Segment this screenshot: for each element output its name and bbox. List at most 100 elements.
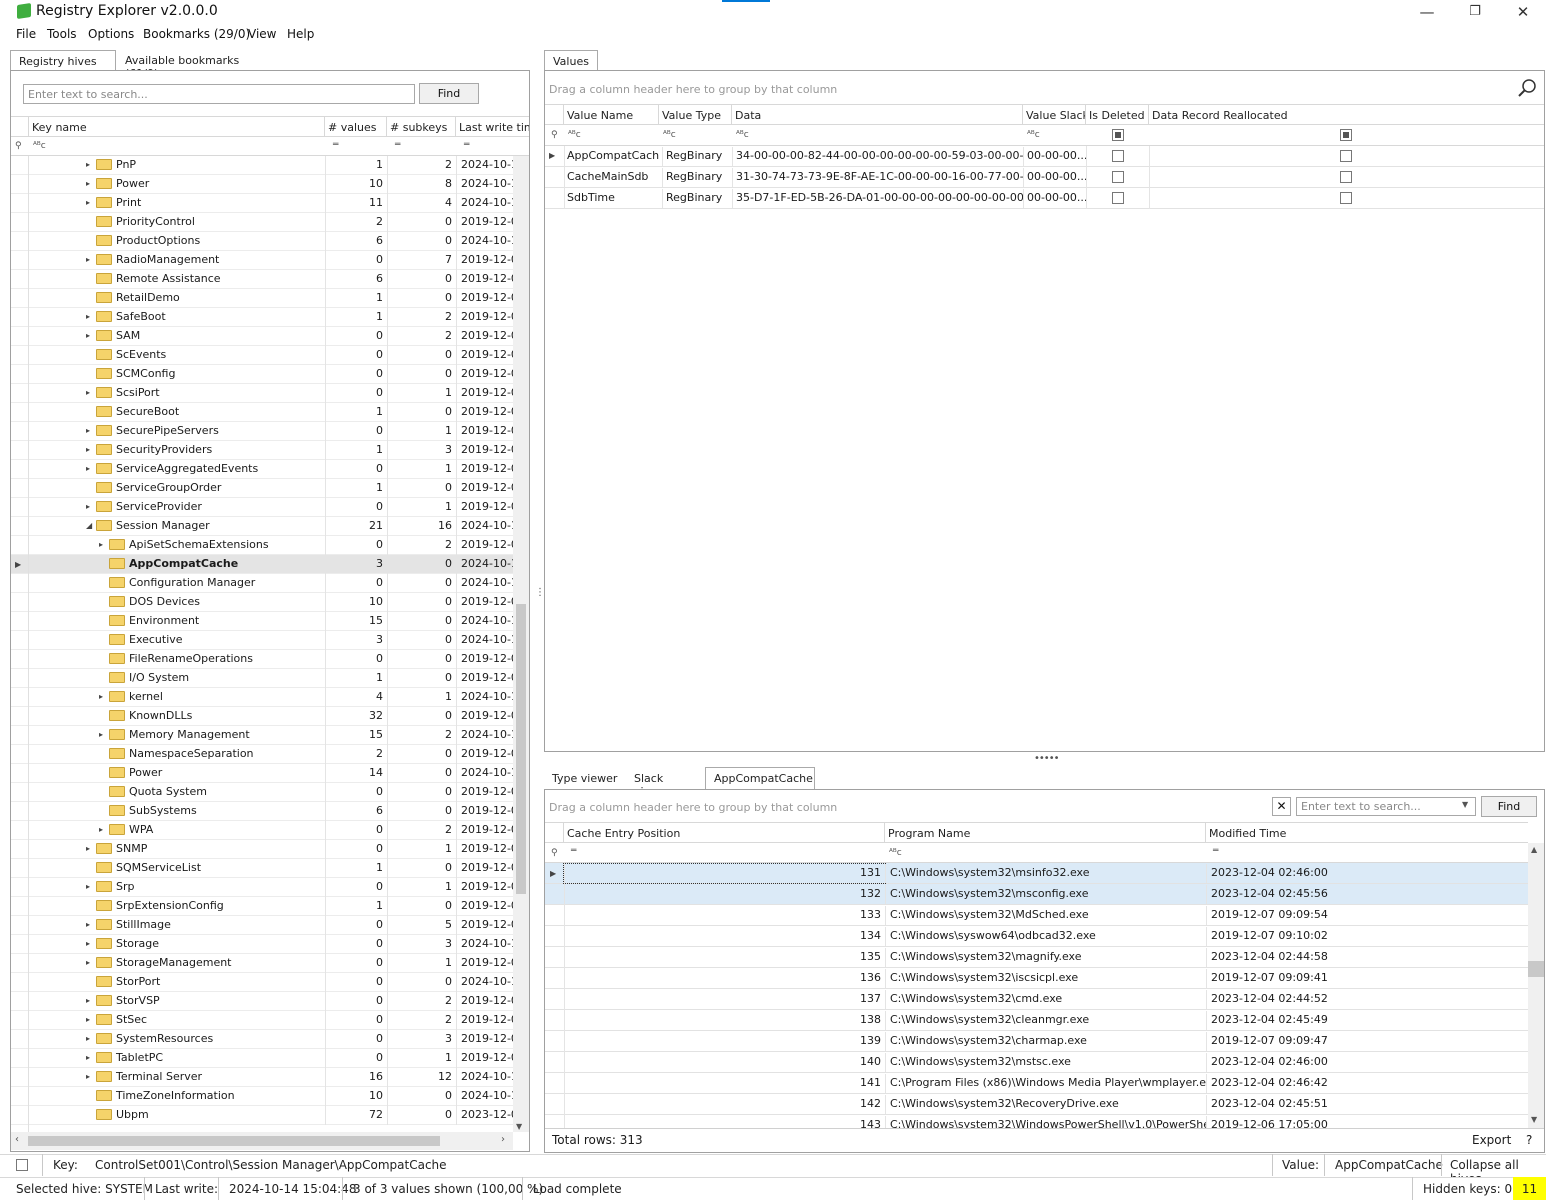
tree-row[interactable]: PriorityControl 2 0 2019-12-0 [11,213,513,232]
col-cache-entry-position[interactable]: Cache Entry Position [564,823,885,842]
viewer-find-button[interactable]: Find [1481,796,1537,817]
tree-row[interactable]: ▸ WPA 0 2 2019-12-0 [11,821,513,840]
value-row[interactable]: CacheMainSdb RegBinary 31-30-74-73-73-9E-8… [545,167,1544,188]
menu-options[interactable]: Options [88,27,134,41]
expand-arrow-icon[interactable]: ▸ [86,194,96,212]
tree-row[interactable]: ▸ Power 10 8 2024-10-1 [11,175,513,194]
tree-row[interactable]: ▸ SystemResources 0 3 2019-12-0 [11,1030,513,1049]
tree-row[interactable]: AppCompatCache 3 0 2024-10-1 [11,555,513,574]
viewer-scrollbar[interactable]: ▲ ▼ [1528,843,1544,1128]
tree-row[interactable]: ▸ Storage 0 3 2024-10-1 [11,935,513,954]
viewer-scrollbar-thumb[interactable] [1528,961,1544,977]
expand-arrow-icon[interactable]: ▸ [86,916,96,934]
tree-row[interactable]: SrpExtensionConfig 1 0 2019-12-0 [11,897,513,916]
tree-row[interactable]: Ubpm 72 0 2023-12-0 [11,1106,513,1125]
tree-row[interactable]: TimeZoneInformation 10 0 2024-10-1 [11,1087,513,1106]
expand-arrow-icon[interactable]: ▸ [86,251,96,269]
cache-entry-row[interactable]: 136 C:\Windows\system32\iscsicpl.exe 2019-… [545,968,1528,989]
col-data-record-reallocated[interactable]: Data Record Reallocated [1149,105,1544,124]
tree-row[interactable]: ▸ Srp 0 1 2019-12-0 [11,878,513,897]
tab-appcompatcache[interactable]: AppCompatCache [705,767,815,789]
tab-values[interactable]: Values [544,50,598,71]
close-button[interactable]: ✕ [1500,2,1546,22]
tree-row[interactable]: ScEvents 0 0 2019-12-0 [11,346,513,365]
tree-row[interactable]: DOS Devices 10 0 2019-12-0 [11,593,513,612]
col-value-name[interactable]: Value Name [564,105,659,124]
expand-arrow-icon[interactable]: ▸ [99,536,109,554]
scroll-down-icon[interactable]: ▼ [1531,1115,1537,1124]
equals-filter-icon[interactable]: ═ [333,140,338,150]
cache-entry-row[interactable]: 134 C:\Windows\syswow64\odbcad32.exe 2019-… [545,926,1528,947]
text-filter-icon[interactable]: ᴬᴮc [889,848,902,858]
tree-row[interactable]: Configuration Manager 0 0 2024-10-1 [11,574,513,593]
tree-row[interactable]: ▸ SAM 0 2 2019-12-0 [11,327,513,346]
cache-entry-row[interactable]: 143 C:\Windows\system32\WindowsPowerShell… [545,1115,1528,1128]
text-filter-icon[interactable]: ᴬᴮc [736,130,749,140]
cache-entry-row[interactable]: 139 C:\Windows\system32\charmap.exe 2019-1… [545,1031,1528,1052]
tab-registry-hives[interactable]: Registry hives (2) [10,50,116,81]
col-key-name[interactable]: Key name [29,117,325,136]
col-values-count[interactable]: # values [325,117,387,136]
menu-view[interactable]: View [248,27,276,41]
expand-arrow-icon[interactable]: ▸ [99,821,109,839]
equals-filter-icon[interactable]: ═ [464,140,469,150]
tree-row[interactable]: ▸ StorVSP 0 2 2019-12-0 [11,992,513,1011]
tree-hscrollbar[interactable]: ‹ › [11,1132,513,1150]
tree-row[interactable]: NamespaceSeparation 2 0 2019-12-0 [11,745,513,764]
expand-arrow-icon[interactable]: ▸ [99,726,109,744]
tree-hscrollbar-thumb[interactable] [28,1136,440,1146]
expand-arrow-icon[interactable]: ▸ [86,175,96,193]
viewer-search-input[interactable]: Enter text to search... [1296,797,1476,816]
registry-tree[interactable]: ▸ PnP 1 2 2024-10-1 ▸ Power 10 8 2024-10-1 ▸ Print 1… [11,156,513,1132]
col-subkeys-count[interactable]: # subkeys [387,117,456,136]
tab-slack-viewer[interactable]: Slack viewer [626,768,704,798]
col-is-deleted[interactable]: Is Deleted [1086,105,1149,124]
scroll-down-icon[interactable]: ▼ [516,1122,522,1131]
col-program-name[interactable]: Program Name [885,823,1206,842]
col-value-type[interactable]: Value Type [659,105,732,124]
menu-bookmarks[interactable]: Bookmarks (29/0) [143,27,250,41]
equals-filter-icon[interactable]: ═ [395,140,400,150]
equals-filter-icon[interactable]: ═ [571,846,576,856]
hive-find-button[interactable]: Find [419,83,479,104]
cache-entry-row[interactable]: 138 C:\Windows\system32\cleanmgr.exe 2023-… [545,1010,1528,1031]
scroll-left-icon[interactable]: ‹ [15,1134,19,1145]
expand-arrow-icon[interactable]: ▸ [86,498,96,516]
tree-row[interactable]: Environment 15 0 2024-10-1 [11,612,513,631]
tree-row[interactable]: ▸ ApiSetSchemaExtensions 0 2 2019-12-0 [11,536,513,555]
tree-row[interactable]: ▸ kernel 4 1 2024-10-1 [11,688,513,707]
scroll-right-icon[interactable]: › [501,1134,505,1145]
cache-entry-row[interactable]: 132 C:\Windows\system32\msconfig.exe 2023-… [545,884,1528,905]
expand-arrow-icon[interactable]: ▸ [86,327,96,345]
equals-filter-icon[interactable]: ═ [1213,846,1218,856]
chevron-down-icon[interactable]: ▼ [1462,800,1468,809]
text-filter-icon[interactable]: ᴬᴮc [33,141,46,151]
tree-row[interactable]: ▸ TabletPC 0 1 2019-12-0 [11,1049,513,1068]
tree-row[interactable]: KnownDLLs 32 0 2019-12-0 [11,707,513,726]
tree-row[interactable]: ◢ Session Manager 21 16 2024-10-1 [11,517,513,536]
cache-entry-row[interactable]: 141 C:\Program Files (x86)\Windows Media … [545,1073,1528,1094]
tree-row[interactable]: ▸ RadioManagement 0 7 2019-12-0 [11,251,513,270]
expand-arrow-icon[interactable]: ▸ [86,1030,96,1048]
export-button[interactable]: Export [1472,1133,1511,1147]
tree-row[interactable]: ▸ SecurePipeServers 0 1 2019-12-0 [11,422,513,441]
expand-arrow-icon[interactable]: ▸ [86,840,96,858]
reallocated-checkbox[interactable] [1340,171,1352,183]
tree-row[interactable]: ServiceGroupOrder 1 0 2019-12-0 [11,479,513,498]
expand-arrow-icon[interactable]: ▸ [86,1068,96,1086]
value-row[interactable]: AppCompatCache RegBinary 34-00-00-00-82-44… [545,146,1544,167]
col-last-write-time[interactable]: Last write time [456,117,529,136]
tree-row[interactable]: ▸ StorageManagement 0 1 2019-12-0 [11,954,513,973]
tree-row[interactable]: ▸ SecurityProviders 1 3 2019-12-0 [11,441,513,460]
tree-row[interactable]: Remote Assistance 6 0 2019-12-0 [11,270,513,289]
tab-type-viewer[interactable]: Type viewer [544,768,626,789]
tree-row[interactable]: ▸ ScsiPort 0 1 2019-12-0 [11,384,513,403]
is-deleted-checkbox[interactable] [1112,192,1124,204]
tree-row[interactable]: ▸ StillImage 0 5 2019-12-0 [11,916,513,935]
tree-row[interactable]: ▸ ServiceAggregatedEvents 0 1 2019-12-0 [11,460,513,479]
cache-entry-row[interactable]: 131 C:\Windows\system32\msinfo32.exe 2023-… [545,863,1528,884]
tree-row[interactable]: SCMConfig 0 0 2019-12-0 [11,365,513,384]
menu-help[interactable]: Help [287,27,314,41]
text-filter-icon[interactable]: ᴬᴮc [663,130,676,140]
cache-entry-row[interactable]: 137 C:\Windows\system32\cmd.exe 2023-12-04… [545,989,1528,1010]
